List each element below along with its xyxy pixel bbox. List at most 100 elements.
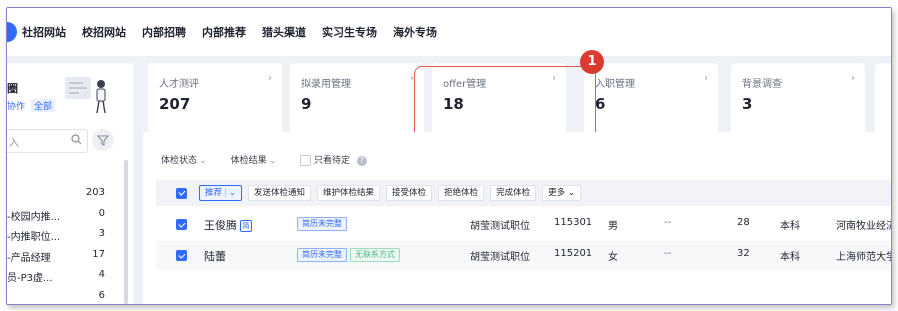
complete-exam-button[interactable]: 完成体检 <box>490 185 537 201</box>
card-value: 9 <box>301 95 312 113</box>
checkbox[interactable] <box>300 155 312 166</box>
status-badge: 无联系方式 <box>350 248 400 262</box>
sidebar-list: 203 -校园内推... 0 -内推职位... 3 -产品经理 17 员-P3虚...… <box>7 184 111 305</box>
list-item[interactable]: 203 <box>7 184 111 205</box>
highlight-annotation-box <box>414 66 596 141</box>
nav-item-social[interactable]: 社招网站 <box>22 24 66 40</box>
name-text: 王俊腾 <box>204 219 237 232</box>
card-onboarding-management[interactable]: 入职管理 › 6 <box>584 63 718 135</box>
sidebar-tab-all[interactable]: 全部 <box>31 99 56 112</box>
card-hire-management[interactable]: 拟录用管理 › 9 <box>290 63 424 135</box>
step-number-badge: 1 <box>580 50 604 74</box>
nav-item-overseas[interactable]: 海外专场 <box>393 24 437 40</box>
reject-exam-button[interactable]: 拒绝体检 <box>438 185 485 201</box>
list-item[interactable]: 员-P3虚... 4 <box>7 266 111 287</box>
sidebar-tabs: 协作 全部 <box>7 99 56 112</box>
nav-item-campus[interactable]: 校招网站 <box>82 24 126 40</box>
filter-exam-result[interactable]: 体检结果 ⌄ <box>231 153 277 166</box>
select-all-checkbox[interactable] <box>176 187 187 199</box>
chevron-right-icon: › <box>704 73 708 84</box>
chevron-down-icon: ⌄ <box>268 156 277 166</box>
id-cell: 115301 <box>554 217 593 228</box>
list-item-label: 员-P3虚... <box>7 273 53 284</box>
search-placeholder: 入 <box>9 138 19 149</box>
chevron-down-icon: ⌄ <box>199 156 207 166</box>
sidebar-scrollbar[interactable] <box>124 160 128 304</box>
pending-only-toggle[interactable]: 只看待定 ? <box>300 153 367 166</box>
list-item-count: 17 <box>92 248 105 260</box>
send-exam-notice-button[interactable]: 发送体检通知 <box>248 185 312 201</box>
list-item[interactable]: -内推职位... 3 <box>7 225 111 246</box>
filter-button[interactable] <box>92 129 114 151</box>
accept-exam-button[interactable]: 接受体检 <box>386 185 433 201</box>
position-cell: 胡莹测试职位 <box>470 221 530 232</box>
search-icon <box>71 134 82 145</box>
list-item-label: -校园内推... <box>7 211 61 223</box>
card-value: 3 <box>742 95 753 113</box>
chevron-right-icon: › <box>268 73 272 84</box>
filter-bar: 体检状态 ⌄ 体检结果 ⌄ 只看待定 ? <box>161 153 391 166</box>
sidebar-search-input[interactable]: 入 <box>7 129 88 153</box>
row-checkbox[interactable] <box>176 219 187 230</box>
age-cell: 32 <box>737 248 750 259</box>
age-cell: 28 <box>737 217 750 228</box>
recommend-button[interactable]: 推荐 | ⌄ <box>199 185 243 201</box>
school-cell: 上海师范大学天 <box>836 252 891 263</box>
sidebar-tab-collab[interactable]: 协作 <box>7 99 25 112</box>
gender-cell: 女 <box>608 252 618 263</box>
gender-cell: 男 <box>608 221 618 232</box>
status-badge: 简历未完整 <box>297 217 347 231</box>
list-item[interactable]: 6 <box>7 287 111 305</box>
help-icon[interactable]: ? <box>356 156 367 166</box>
card-label: 入职管理 <box>595 79 635 90</box>
card-label: 背景调查 <box>742 79 782 90</box>
action-toolbar: 推荐 | ⌄ 发送体检通知 维护体检结果 接受体检 拒绝体检 完成体检 更多 ⌄ <box>156 180 891 206</box>
candidate-name[interactable]: 王俊腾简 <box>204 217 252 233</box>
position-cell: 胡莹测试职位 <box>470 252 530 263</box>
pending-only-label: 只看待定 <box>314 156 351 166</box>
more-label: 更多 <box>548 188 566 198</box>
resume-icon[interactable]: 简 <box>240 220 252 232</box>
card-label: 人才测评 <box>159 79 199 90</box>
card-overflow[interactable] <box>875 63 891 135</box>
chevron-right-icon: › <box>851 73 855 84</box>
card-background-check[interactable]: 背景调查 › 3 <box>731 63 865 135</box>
sidebar-title: 圈 <box>7 82 18 95</box>
app-window: 社招网站 校招网站 内部招聘 内部推荐 猎头渠道 实习生专场 海外专场 圈 协作… <box>6 7 892 305</box>
nav-item-internal[interactable]: 内部招聘 <box>142 24 186 40</box>
list-item-count: 3 <box>98 228 105 239</box>
filter-label: 体检状态 <box>161 156 198 166</box>
candidate-name[interactable]: 陆蕾 <box>204 248 226 264</box>
recommend-label: 推荐 <box>205 188 223 198</box>
nav-item-intern[interactable]: 实习生专场 <box>322 24 377 40</box>
filter-label: 体检结果 <box>230 156 267 166</box>
illustration-icon <box>65 77 106 114</box>
card-value: 207 <box>159 95 191 113</box>
table-row[interactable]: 王俊腾简 简历未完整 胡莹测试职位 115301 男 -- 28 本科 河南牧业… <box>156 210 891 239</box>
more-button[interactable]: 更多 ⌄ <box>542 185 581 201</box>
list-item-count: 6 <box>98 289 105 301</box>
card-talent-assessment[interactable]: 人才测评 › 207 <box>148 63 282 135</box>
row-checkbox[interactable] <box>176 250 187 261</box>
table-row[interactable]: 陆蕾 简历未完整 无联系方式 胡莹测试职位 115201 女 -- 32 本科 上… <box>156 241 891 270</box>
list-item-count: 0 <box>98 207 105 219</box>
status-badge: 简历未完整 <box>297 248 347 262</box>
filter-exam-status[interactable]: 体检状态 ⌄ <box>161 153 207 166</box>
list-item-label: -产品经理 <box>7 252 51 264</box>
nav-item-headhunter[interactable]: 猎头渠道 <box>262 24 306 40</box>
maintain-exam-result-button[interactable]: 维护体检结果 <box>317 185 381 201</box>
nav-item-referral[interactable]: 内部推荐 <box>202 24 246 40</box>
degree-cell: 本科 <box>780 221 800 232</box>
list-item[interactable]: -校园内推... 0 <box>7 205 111 226</box>
list-item-count: 203 <box>85 187 105 198</box>
list-item[interactable]: -产品经理 17 <box>7 246 111 267</box>
sidebar: 圈 协作 全部 入 203 -校园内推... 0 -内推职位... 3 -产品经… <box>7 63 133 304</box>
card-label: 拟录用管理 <box>301 79 351 90</box>
empty-cell: -- <box>664 248 672 259</box>
empty-cell: -- <box>664 217 672 228</box>
nav-items: 社招网站 校招网站 内部招聘 内部推荐 猎头渠道 实习生专场 海外专场 <box>22 8 453 56</box>
chevron-down-icon: ⌄ <box>228 188 237 198</box>
filter-icon <box>96 135 110 146</box>
school-cell: 河南牧业经济学 <box>836 221 891 232</box>
id-cell: 115201 <box>554 248 593 259</box>
